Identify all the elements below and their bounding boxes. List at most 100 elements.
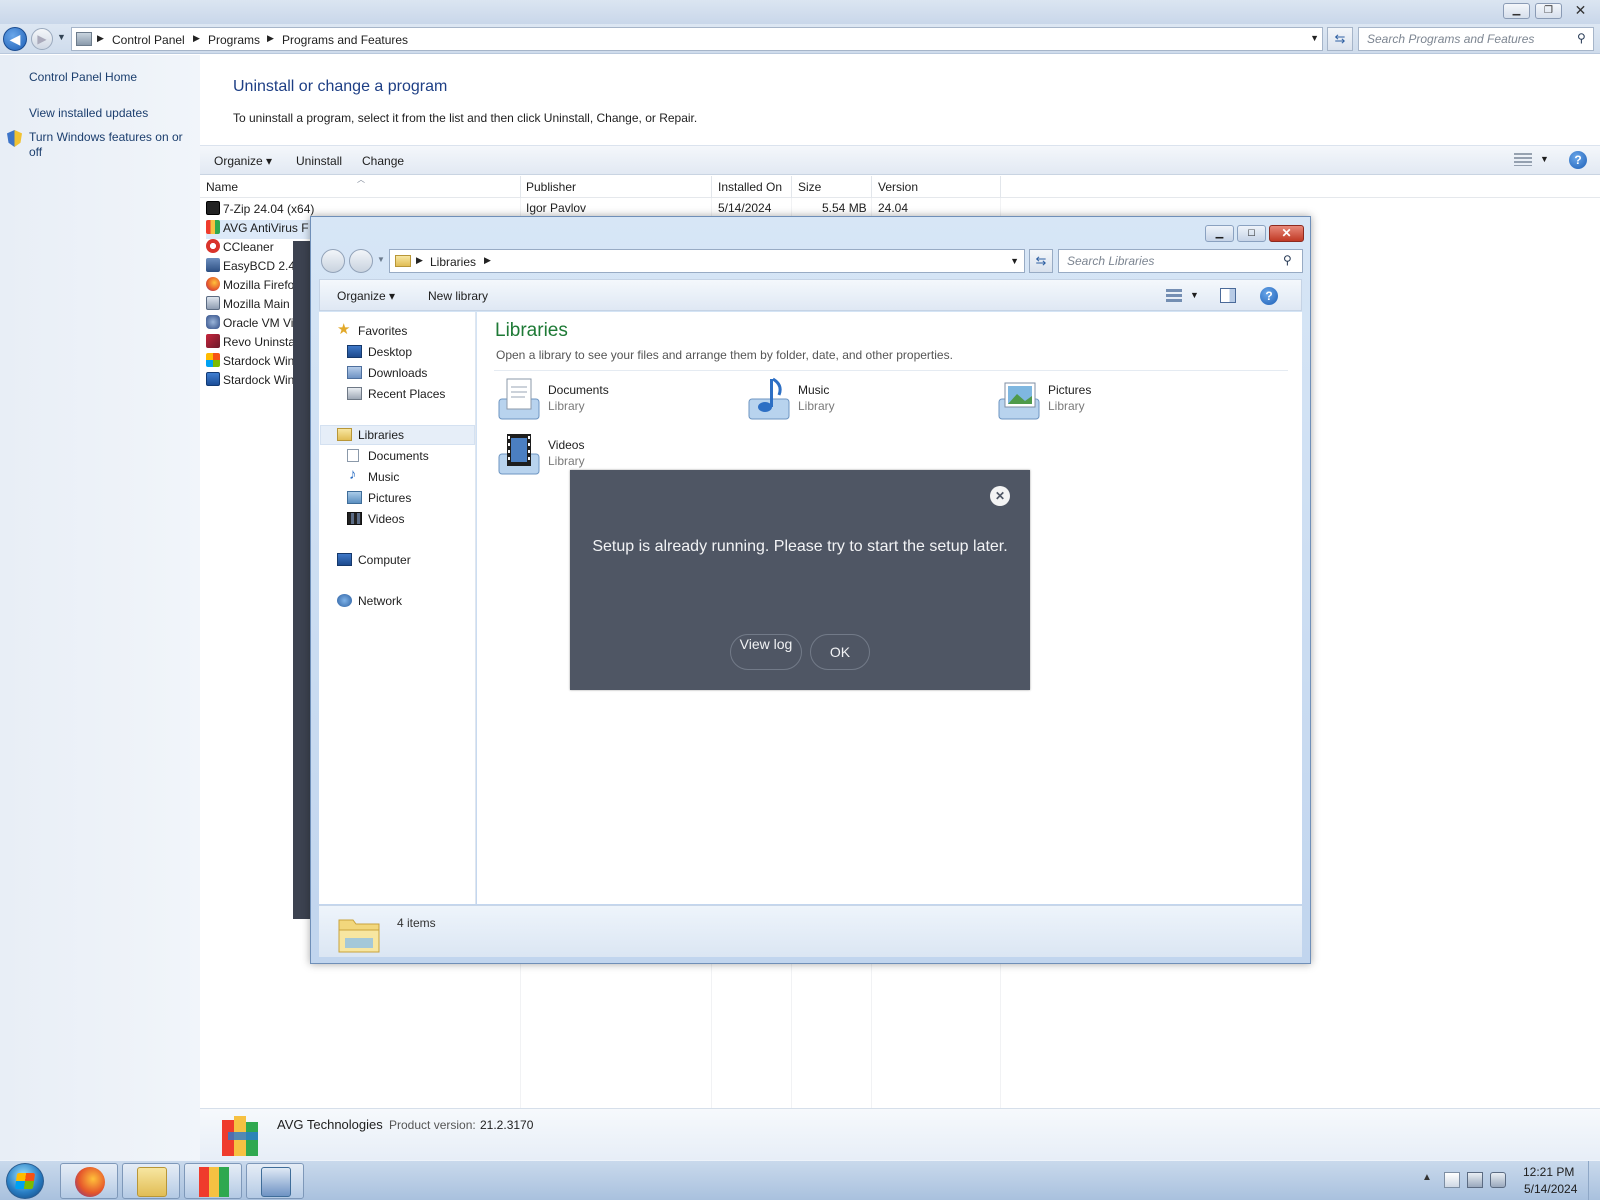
action-center-icon[interactable] xyxy=(1444,1172,1460,1188)
nav-documents[interactable]: Documents xyxy=(368,449,429,463)
column-version[interactable]: Version xyxy=(878,180,918,194)
restore-button[interactable]: ❐ xyxy=(1535,3,1562,19)
downloads-icon xyxy=(347,366,362,379)
nav-videos[interactable]: Videos xyxy=(368,512,404,526)
virtualbox-icon xyxy=(206,315,220,329)
back-button[interactable]: ◀ xyxy=(3,27,27,51)
clock-time[interactable]: 12:21 PM xyxy=(1523,1165,1574,1179)
column-size[interactable]: Size xyxy=(798,180,821,194)
nav-network[interactable]: Network xyxy=(358,594,402,608)
nav-desktop[interactable]: Desktop xyxy=(368,345,412,359)
nav-favorites[interactable]: Favorites xyxy=(358,324,407,338)
program-name: Oracle VM Vi xyxy=(223,316,294,330)
breadcrumb-programs-and-features[interactable]: Programs and Features xyxy=(282,33,408,47)
taskbar-firefox[interactable] xyxy=(60,1163,118,1199)
tasks-sidebar: Control Panel Home View installed update… xyxy=(0,55,200,1160)
search-input[interactable]: Search Programs and Features xyxy=(1358,27,1594,51)
breadcrumb-libraries[interactable]: Libraries xyxy=(430,255,476,269)
nav-music[interactable]: Music xyxy=(368,470,399,484)
column-name[interactable]: Name xyxy=(206,180,238,194)
program-name: AVG AntiVirus F xyxy=(223,221,309,235)
forward-button[interactable] xyxy=(349,249,373,273)
close-button[interactable]: ✕ xyxy=(1269,225,1304,242)
nav-libraries[interactable]: Libraries xyxy=(358,428,404,442)
view-log-button[interactable]: View log xyxy=(730,634,802,670)
back-button[interactable] xyxy=(321,249,345,273)
column-installed-on[interactable]: Installed On xyxy=(718,180,782,194)
change-button[interactable]: Change xyxy=(362,154,404,168)
help-icon[interactable]: ? xyxy=(1569,151,1587,169)
change-view-icon[interactable] xyxy=(1166,289,1182,302)
program-name: Stardock Win xyxy=(223,373,295,387)
show-desktop-button[interactable] xyxy=(1588,1161,1600,1200)
taskbar-control-panel[interactable] xyxy=(246,1163,304,1199)
nav-computer[interactable]: Computer xyxy=(358,553,411,567)
recent-pages-icon[interactable]: ▼ xyxy=(57,32,66,42)
mozilla-maintenance-icon xyxy=(206,296,220,310)
start-button[interactable] xyxy=(6,1163,44,1199)
show-hidden-icons-icon[interactable]: ▲ xyxy=(1422,1172,1432,1183)
breadcrumb-programs[interactable]: Programs xyxy=(208,33,260,47)
content-title: Libraries xyxy=(495,320,568,341)
organize-button[interactable]: Organize ▾ xyxy=(214,154,272,168)
organize-label: Organize xyxy=(214,154,263,168)
table-row[interactable]: AVG AntiVirus F xyxy=(206,220,316,239)
address-bar[interactable]: ▶ Libraries ▶ ▼ xyxy=(389,249,1025,273)
control-panel-home-link[interactable]: Control Panel Home xyxy=(29,70,137,85)
program-publisher: Igor Pavlov xyxy=(526,201,587,215)
program-name: EasyBCD 2.4 xyxy=(223,259,296,273)
documents-icon xyxy=(347,449,359,462)
minimize-button[interactable]: ▁ xyxy=(1205,225,1234,242)
organize-button[interactable]: Organize ▾ xyxy=(337,289,395,303)
close-icon[interactable]: ✕ xyxy=(990,486,1010,506)
address-bar[interactable]: ▶ Control Panel ▶ Programs ▶ Programs an… xyxy=(71,27,1323,51)
refresh-button[interactable]: ⇆ xyxy=(1029,249,1053,273)
easybcd-icon xyxy=(206,258,220,272)
new-library-button[interactable]: New library xyxy=(428,289,488,303)
view-options-icon[interactable] xyxy=(1514,153,1532,166)
nav-pictures[interactable]: Pictures xyxy=(368,491,411,505)
preview-pane-icon[interactable] xyxy=(1220,288,1236,303)
content-description: Open a library to see your files and arr… xyxy=(496,348,953,362)
avg-icon xyxy=(206,220,220,234)
recent-places-icon xyxy=(347,387,362,400)
breadcrumb-arrow-icon[interactable]: ▶ xyxy=(97,33,104,44)
search-icon[interactable]: ⚲ xyxy=(1283,253,1292,267)
breadcrumb-arrow-icon[interactable]: ▶ xyxy=(416,255,423,266)
chevron-down-icon[interactable]: ▼ xyxy=(1310,33,1319,43)
breadcrumb-arrow-icon[interactable]: ▶ xyxy=(193,33,200,44)
column-publisher[interactable]: Publisher xyxy=(526,180,576,194)
search-input[interactable]: Search Libraries xyxy=(1058,249,1303,273)
windows-features-link[interactable]: Turn Windows features on or off xyxy=(29,130,189,160)
network-icon[interactable] xyxy=(1467,1172,1483,1188)
maximize-button[interactable]: ☐ xyxy=(1237,225,1266,242)
chevron-down-icon[interactable]: ▼ xyxy=(1540,154,1549,164)
breadcrumb-arrow-icon[interactable]: ▶ xyxy=(267,33,274,44)
refresh-button[interactable]: ⇆ xyxy=(1327,27,1353,51)
view-installed-updates-link[interactable]: View installed updates xyxy=(29,106,148,121)
help-icon[interactable]: ? xyxy=(1260,287,1278,305)
library-pictures[interactable]: Pictures Library xyxy=(995,375,1235,425)
volume-muted-icon[interactable] xyxy=(1490,1172,1506,1188)
taskbar-avg-setup[interactable] xyxy=(184,1163,242,1199)
close-button[interactable]: ✕ xyxy=(1567,3,1594,19)
chevron-down-icon[interactable]: ▼ xyxy=(1190,290,1199,300)
clock-date[interactable]: 5/14/2024 xyxy=(1524,1182,1577,1196)
uninstall-button[interactable]: Uninstall xyxy=(296,154,342,168)
computer-icon xyxy=(337,553,352,566)
nav-downloads[interactable]: Downloads xyxy=(368,366,427,380)
library-music[interactable]: Music Library xyxy=(745,375,985,425)
shield-icon xyxy=(7,130,22,147)
taskbar-explorer[interactable] xyxy=(122,1163,180,1199)
chevron-down-icon[interactable]: ▼ xyxy=(1010,256,1019,266)
minimize-button[interactable]: ▁ xyxy=(1503,3,1530,19)
ok-button[interactable]: OK xyxy=(810,634,870,670)
firefox-icon xyxy=(75,1167,105,1197)
nav-recent-places[interactable]: Recent Places xyxy=(368,387,445,401)
search-icon[interactable]: ⚲ xyxy=(1577,31,1586,45)
breadcrumb-arrow-icon[interactable]: ▶ xyxy=(484,255,491,266)
breadcrumb-control-panel[interactable]: Control Panel xyxy=(112,33,185,47)
library-documents[interactable]: Documents Library xyxy=(495,375,735,425)
recent-pages-icon[interactable]: ▼ xyxy=(377,255,385,264)
forward-button[interactable]: ▶ xyxy=(31,28,53,50)
